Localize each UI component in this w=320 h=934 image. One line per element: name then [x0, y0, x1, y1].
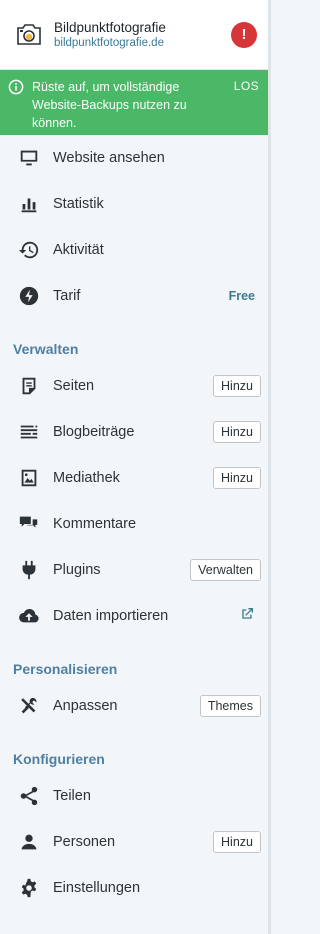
menu-label: Anpassen	[53, 698, 118, 714]
menu-item-pages[interactable]: Seiten Hinzu	[0, 363, 271, 409]
menu-label: Mediathek	[53, 470, 120, 486]
media-icon	[17, 466, 41, 490]
site-info: Bildpunktfotografie bildpunktfotografie.…	[54, 19, 231, 51]
menu-label: Seiten	[53, 378, 95, 394]
menu-item-settings[interactable]: Einstellungen	[0, 865, 271, 911]
menu-item-people[interactable]: Personen Hinzu	[0, 819, 271, 865]
menu-label: Daten importieren	[53, 608, 169, 624]
tools-icon	[17, 694, 41, 718]
page-icon	[17, 374, 41, 398]
menu-item-activity[interactable]: Aktivität	[0, 227, 271, 273]
gear-icon	[17, 876, 41, 900]
info-icon	[8, 79, 24, 95]
menu-label: Statistik	[53, 196, 104, 212]
history-icon	[17, 238, 41, 262]
section-header-configure: Konfigurieren	[13, 751, 105, 767]
monitor-icon	[17, 146, 41, 170]
plan-badge: Free	[228, 289, 255, 303]
menu-label: Blogbeiträge	[53, 424, 135, 440]
notice-text: Rüste auf, um vollständige Website-Backu…	[32, 80, 187, 130]
menu-label: Plugins	[53, 562, 101, 578]
share-icon	[17, 784, 41, 808]
menu-label: Personen	[53, 834, 116, 850]
sidebar-border	[268, 0, 271, 934]
menu-label: Einstellungen	[53, 880, 141, 896]
menu-item-posts[interactable]: Blogbeiträge Hinzu	[0, 409, 271, 455]
site-url[interactable]: bildpunktfotografie.de	[54, 36, 231, 51]
themes-button[interactable]: Themes	[199, 695, 261, 717]
alert-icon[interactable]: !	[231, 21, 257, 48]
site-header[interactable]: Bildpunktfotografie bildpunktfotografie.…	[0, 0, 271, 70]
menu-label: Teilen	[53, 788, 91, 804]
posts-icon	[17, 420, 41, 444]
section-header-personalize: Personalisieren	[13, 661, 118, 677]
menu-item-plugins[interactable]: Plugins Verwalten	[0, 547, 271, 593]
camera-icon	[14, 20, 44, 50]
menu-label: Aktivität	[53, 242, 104, 258]
menu-label: Tarif	[53, 288, 81, 304]
manage-plugins-button[interactable]: Verwalten	[190, 559, 261, 581]
notice-action-link[interactable]: LOS	[234, 79, 259, 135]
section-header-manage: Verwalten	[13, 341, 79, 357]
menu-item-stats[interactable]: Statistik	[0, 181, 271, 227]
site-title: Bildpunktfotografie	[54, 19, 166, 35]
upgrade-notice[interactable]: Rüste auf, um vollständige Website-Backu…	[0, 70, 271, 135]
plan-icon	[17, 284, 41, 308]
menu-item-plan[interactable]: Tarif Free	[0, 273, 271, 319]
add-page-button[interactable]: Hinzu	[213, 375, 261, 397]
add-post-button[interactable]: Hinzu	[213, 421, 261, 443]
menu-label: Kommentare	[53, 516, 137, 532]
cloud-upload-icon	[17, 604, 41, 628]
bar-chart-icon	[17, 192, 41, 216]
add-person-button[interactable]: Hinzu	[213, 831, 261, 853]
plugin-icon	[17, 558, 41, 582]
external-link-icon[interactable]	[239, 606, 255, 627]
person-icon	[17, 830, 41, 854]
menu-item-media[interactable]: Mediathek Hinzu	[0, 455, 271, 501]
menu-item-comments[interactable]: Kommentare	[0, 501, 271, 547]
add-media-button[interactable]: Hinzu	[213, 467, 261, 489]
menu-label: Website ansehen	[53, 150, 165, 166]
menu-item-customize[interactable]: Anpassen Themes	[0, 683, 271, 729]
comments-icon	[17, 512, 41, 536]
menu-item-sharing[interactable]: Teilen	[0, 773, 271, 819]
menu-item-import[interactable]: Daten importieren	[0, 593, 271, 639]
menu-item-view-site[interactable]: Website ansehen	[0, 135, 271, 181]
